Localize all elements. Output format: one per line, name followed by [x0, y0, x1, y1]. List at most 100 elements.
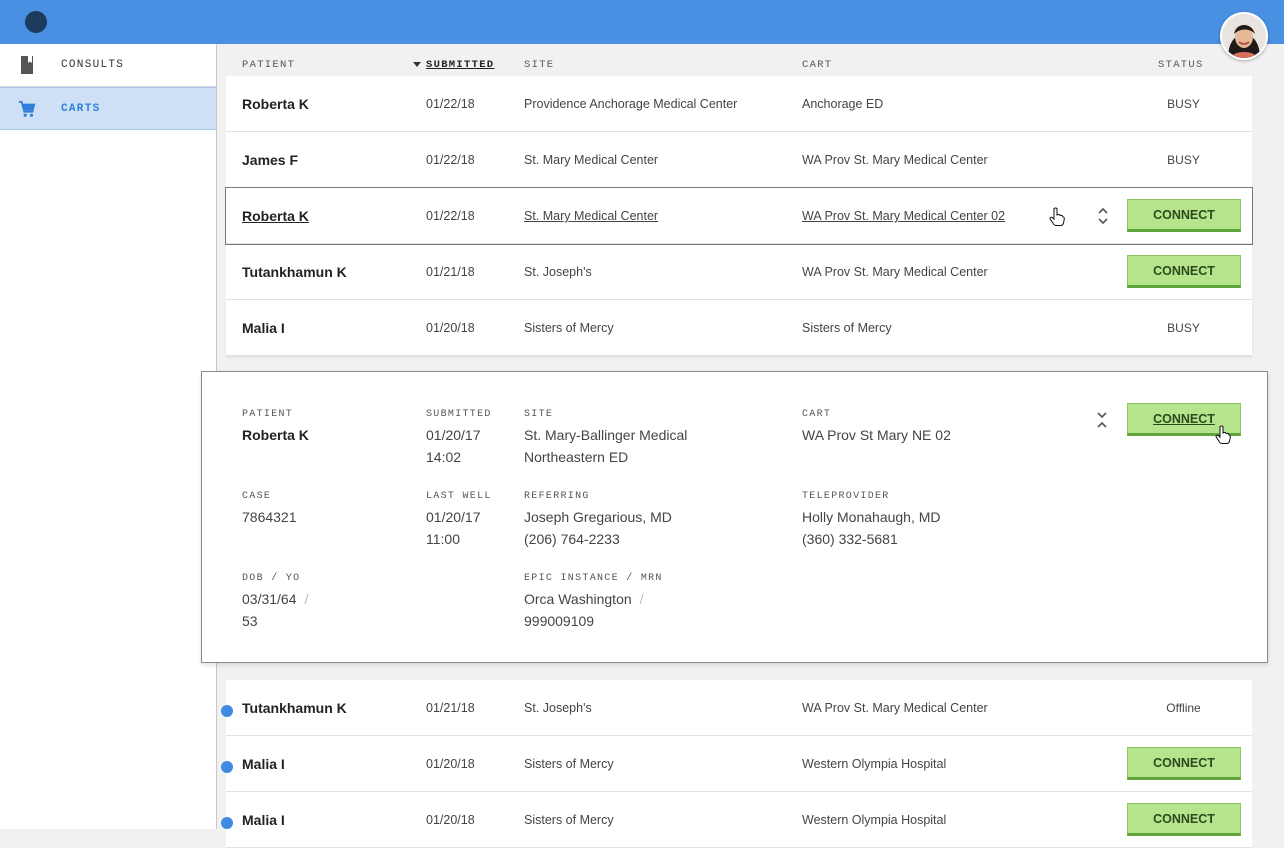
status-text: Offline	[1166, 701, 1201, 715]
column-header-submitted[interactable]: SUBMITTED	[426, 59, 494, 71]
site-name: Providence Anchorage Medical Center	[524, 97, 738, 111]
detail-label-teleprovider: TELEPROVIDER	[802, 491, 890, 502]
column-header-site[interactable]: SITE	[524, 59, 554, 71]
sidebar-item-carts[interactable]: CARTS	[0, 87, 216, 130]
detail-cart-name: WA Prov St Mary NE 02	[802, 427, 951, 443]
connect-button[interactable]: CONNECT	[1127, 199, 1241, 232]
submitted-date: 01/22/18	[426, 209, 475, 223]
patient-name: Malia I	[242, 812, 285, 828]
unread-indicator-dot	[221, 817, 233, 829]
detail-label-referring: REFERRING	[524, 491, 590, 502]
detail-teleprovider-name: Holly Monahaugh, MD	[802, 509, 941, 525]
user-avatar[interactable]	[1220, 12, 1268, 60]
submitted-date: 01/21/18	[426, 701, 475, 715]
app-logo[interactable]	[25, 11, 47, 33]
connect-button[interactable]: CONNECT	[1127, 255, 1241, 288]
patient-name: Roberta K	[242, 208, 309, 224]
detail-label-last-well: LAST WELL	[426, 491, 492, 502]
expand-chevron-icon[interactable]	[1096, 205, 1110, 227]
hand-cursor-icon	[1049, 207, 1065, 227]
sidebar-item-consults[interactable]: CONSULTS	[0, 44, 216, 87]
collapse-chevron-icon[interactable]	[1095, 409, 1109, 431]
table-row[interactable]: Malia I 01/20/18 Sisters of Mercy Wester…	[226, 736, 1252, 792]
sidebar-item-label: CONSULTS	[61, 59, 125, 71]
patient-name: Malia I	[242, 756, 285, 772]
cart-name: Anchorage ED	[802, 97, 884, 111]
site-name: St. Joseph's	[524, 265, 592, 279]
detail-case-number: 7864321	[242, 509, 297, 525]
detail-label-site: SITE	[524, 409, 554, 420]
table-row[interactable]: Malia I 01/20/18 Sisters of Mercy Wester…	[226, 792, 1252, 848]
status-text: BUSY	[1167, 153, 1200, 167]
site-name: St. Mary Medical Center	[524, 209, 659, 223]
hand-cursor-icon	[1215, 425, 1231, 445]
avatar-photo-icon	[1222, 14, 1266, 58]
submitted-date: 01/20/18	[426, 321, 475, 335]
detail-referring-name: Joseph Gregarious, MD	[524, 509, 672, 525]
detail-dob: 03/31/64	[242, 591, 297, 607]
detail-label-submitted: SUBMITTED	[426, 409, 492, 420]
detail-last-well-time: 11:00	[426, 531, 460, 547]
site-name: St. Joseph's	[524, 701, 592, 715]
sort-descending-icon	[413, 62, 421, 67]
patient-name: Tutankhamun K	[242, 700, 347, 716]
submitted-date: 01/20/18	[426, 757, 475, 771]
detail-teleprovider-phone: (360) 332-5681	[802, 531, 898, 547]
patient-detail-card: PATIENT Roberta K SUBMITTED 01/20/17 14:…	[201, 371, 1268, 663]
patient-name: James F	[242, 152, 299, 168]
detail-separator: /	[639, 591, 644, 607]
detail-site-line2: Northeastern ED	[524, 449, 629, 465]
patient-name: Malia I	[242, 320, 285, 336]
unread-indicator-dot	[221, 705, 233, 717]
detail-mrn: 999009109	[524, 613, 595, 629]
site-name: St. Mary Medical Center	[524, 153, 659, 167]
detail-dob-value: 03/31/64 /	[242, 588, 308, 610]
sidebar-item-label: CARTS	[61, 102, 101, 115]
detail-site-line1: St. Mary-Ballinger Medical	[524, 427, 688, 443]
table-row[interactable]: James F 01/22/18 St. Mary Medical Center…	[226, 132, 1252, 188]
connect-button[interactable]: CONNECT	[1127, 803, 1241, 836]
cart-name: Sisters of Mercy	[802, 321, 892, 335]
status-text: BUSY	[1167, 321, 1200, 335]
detail-epic-instance: Orca Washington	[524, 591, 632, 607]
column-header-status[interactable]: STATUS	[1158, 59, 1204, 71]
table-row[interactable]: Tutankhamun K 01/21/18 St. Joseph's WA P…	[226, 244, 1252, 300]
patient-name: Roberta K	[242, 96, 309, 112]
cart-name: WA Prov St. Mary Medical Center	[802, 153, 988, 167]
submitted-date: 01/22/18	[426, 97, 475, 111]
column-header-cart[interactable]: CART	[802, 59, 832, 71]
detail-submitted-date: 01/20/17	[426, 427, 481, 443]
site-name: Sisters of Mercy	[524, 757, 614, 771]
detail-label-case: CASE	[242, 491, 272, 502]
cart-name: WA Prov St. Mary Medical Center	[802, 265, 988, 279]
table-row[interactable]: Tutankhamun K 01/21/18 St. Joseph's WA P…	[226, 680, 1252, 736]
detail-label-epic: EPIC INSTANCE / MRN	[524, 573, 663, 584]
status-text: BUSY	[1167, 97, 1200, 111]
detail-submitted-time: 14:02	[426, 449, 462, 465]
site-name: Sisters of Mercy	[524, 321, 614, 335]
detail-last-well-date: 01/20/17	[426, 509, 481, 525]
submitted-date: 01/21/18	[426, 265, 475, 279]
patient-name: Tutankhamun K	[242, 264, 347, 280]
cart-name: WA Prov St. Mary Medical Center 02	[802, 209, 1006, 223]
detail-epic-value: Orca Washington /	[524, 588, 644, 610]
submitted-date: 01/22/18	[426, 153, 475, 167]
table-row-hovered[interactable]: Roberta K 01/22/18 St. Mary Medical Cent…	[225, 187, 1253, 245]
top-app-bar	[0, 0, 1284, 44]
table-row[interactable]: Malia I 01/20/18 Sisters of Mercy Sister…	[226, 300, 1252, 356]
cart-icon	[18, 99, 36, 119]
book-icon	[18, 55, 36, 75]
detail-referring-phone: (206) 764-2233	[524, 531, 620, 547]
cart-name: Western Olympia Hospital	[802, 757, 947, 771]
site-name: Sisters of Mercy	[524, 813, 614, 827]
detail-label-cart: CART	[802, 409, 832, 420]
unread-indicator-dot	[221, 761, 233, 773]
detail-patient-name: Roberta K	[242, 427, 309, 443]
cart-name: WA Prov St. Mary Medical Center	[802, 701, 988, 715]
table-row[interactable]: Roberta K 01/22/18 Providence Anchorage …	[226, 76, 1252, 132]
column-header-patient[interactable]: PATIENT	[242, 59, 295, 71]
connect-button[interactable]: CONNECT	[1127, 747, 1241, 780]
cart-name: Western Olympia Hospital	[802, 813, 947, 827]
submitted-date: 01/20/18	[426, 813, 475, 827]
detail-label-patient: PATIENT	[242, 409, 294, 420]
